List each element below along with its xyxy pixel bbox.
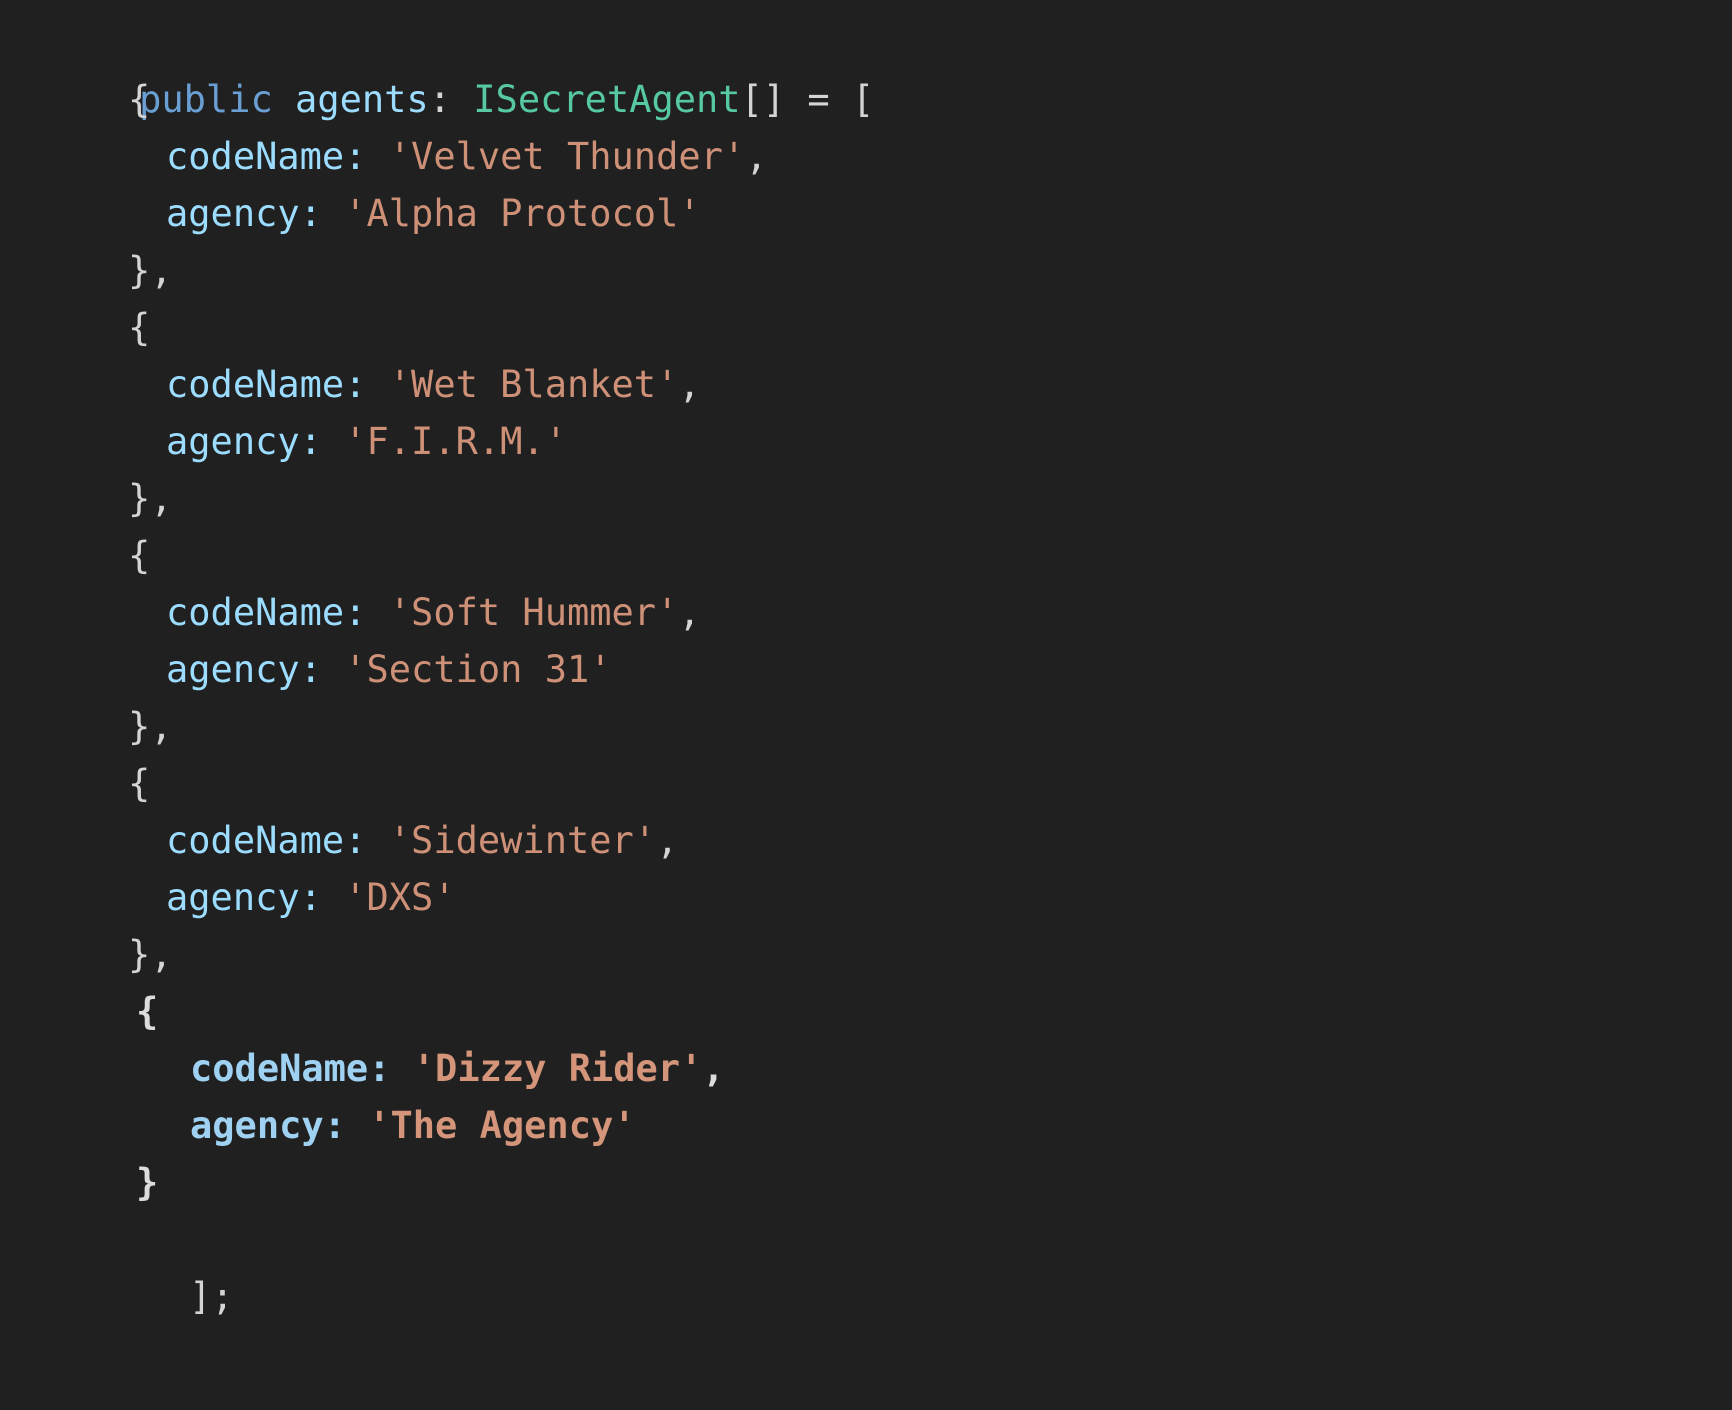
- value-agency: 'The Agency': [368, 1104, 636, 1147]
- object-close-brace: },: [128, 477, 173, 520]
- array-open-bracket: [: [851, 78, 875, 121]
- value-codename: 'Velvet Thunder': [388, 135, 746, 178]
- type-colon: :: [428, 78, 474, 121]
- code-line-object-close: },: [0, 926, 1732, 983]
- comma: ,: [656, 819, 679, 862]
- property-agency-label: agency:: [166, 192, 322, 235]
- code-line-object-close: }: [0, 1154, 1732, 1211]
- property-agency-label: agency:: [166, 648, 322, 691]
- agent-object-list: {codeName: 'Velvet Thunder', agency: 'Alp…: [0, 71, 1732, 1211]
- property-codename-label: codeName:: [166, 819, 367, 862]
- object-close-brace: },: [128, 705, 173, 748]
- object-close-brace: }: [136, 1161, 159, 1204]
- code-line-declaration: public agents: ISecretAgent[] = [: [0, 14, 1732, 121]
- code-line-codename: codeName: 'Velvet Thunder',: [0, 128, 1732, 185]
- assignment-operator: =: [785, 78, 852, 121]
- code-line-agency: agency: 'Alpha Protocol': [0, 185, 1732, 242]
- object-open-brace: {: [128, 78, 151, 121]
- value-agency: 'Alpha Protocol': [344, 192, 701, 235]
- comma: ,: [745, 135, 768, 178]
- value-agency: 'F.I.R.M.': [344, 420, 567, 463]
- value-codename: 'Soft Hummer': [388, 591, 679, 634]
- value-codename: 'Sidewinter': [388, 819, 657, 862]
- object-open-brace: {: [128, 306, 151, 349]
- code-line-codename: codeName: 'Soft Hummer',: [0, 584, 1732, 641]
- property-agency-label: agency:: [166, 876, 322, 919]
- comma: ,: [678, 363, 701, 406]
- type-isecretagent: ISecretAgent: [473, 78, 741, 121]
- property-agency-label: agency:: [190, 1104, 346, 1147]
- code-line-agency: agency: 'DXS': [0, 869, 1732, 926]
- object-open-brace: {: [128, 762, 151, 805]
- object-open-brace: {: [128, 534, 151, 577]
- code-line-object-open: {: [0, 299, 1732, 356]
- code-line-agency: agency: 'The Agency': [0, 1097, 1732, 1154]
- code-line-object-open: {: [0, 755, 1732, 812]
- code-line-object-close: },: [0, 242, 1732, 299]
- code-line-agency: agency: 'Section 31': [0, 641, 1732, 698]
- object-close-brace: },: [128, 249, 173, 292]
- code-line-codename: codeName: 'Dizzy Rider',: [0, 1040, 1732, 1097]
- value-codename: 'Dizzy Rider': [412, 1047, 703, 1090]
- code-line-codename: codeName: 'Sidewinter',: [0, 812, 1732, 869]
- object-open-brace: {: [136, 990, 159, 1033]
- comma: ,: [678, 591, 701, 634]
- array-brackets: []: [740, 78, 786, 121]
- code-line-object-close: },: [0, 698, 1732, 755]
- code-line-codename: codeName: 'Wet Blanket',: [0, 356, 1732, 413]
- array-close-bracket: ];: [189, 1275, 234, 1318]
- comma: ,: [702, 1047, 725, 1090]
- code-line-object-open: {: [0, 983, 1732, 1040]
- value-agency: 'DXS': [344, 876, 456, 919]
- code-line-agency: agency: 'F.I.R.M.': [0, 413, 1732, 470]
- object-close-brace: },: [128, 933, 173, 976]
- value-codename: 'Wet Blanket': [388, 363, 679, 406]
- property-codename-label: codeName:: [190, 1047, 391, 1090]
- keyword-public: public: [139, 78, 273, 121]
- property-codename-label: codeName:: [166, 135, 367, 178]
- variable-agents: agents: [295, 78, 429, 121]
- code-editor-surface: public agents: ISecretAgent[] = [ { codeN…: [0, 0, 1732, 1410]
- property-codename-label: codeName:: [166, 363, 367, 406]
- code-line-array-close: ];: [0, 1211, 1732, 1318]
- property-agency-label: agency:: [166, 420, 322, 463]
- code-line-object-open: {: [0, 527, 1732, 584]
- value-agency: 'Section 31': [344, 648, 612, 691]
- property-codename-label: codeName:: [166, 591, 367, 634]
- code-line-object-close: },: [0, 470, 1732, 527]
